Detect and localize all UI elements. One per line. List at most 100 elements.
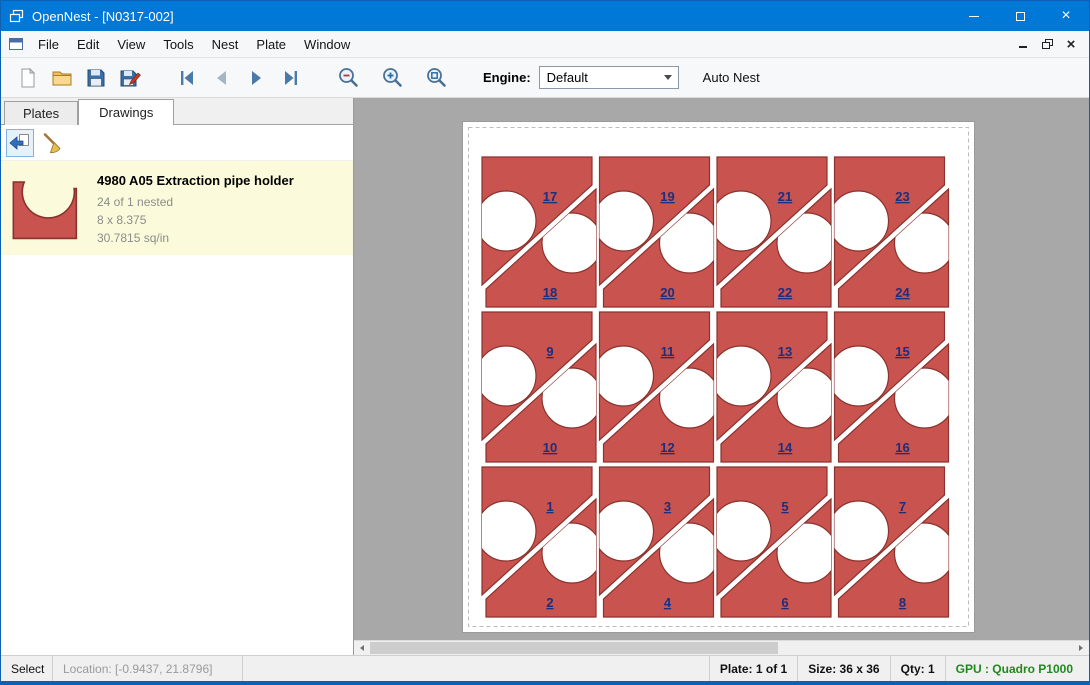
drawing-size: 8 x 8.375	[97, 211, 294, 229]
drawing-list-item[interactable]: 4980 A05 Extraction pipe holder 24 of 1 …	[1, 161, 353, 255]
last-plate-button[interactable]	[273, 62, 307, 94]
save-edit-button[interactable]	[113, 62, 147, 94]
status-mode: Select	[1, 656, 53, 681]
menu-edit[interactable]: Edit	[68, 33, 108, 56]
zoom-fit-button[interactable]	[419, 62, 453, 94]
scrollbar-thumb[interactable]	[370, 642, 778, 654]
mdi-restore-button[interactable]	[1037, 35, 1057, 53]
nested-part-pair[interactable]: 13 14	[711, 312, 837, 462]
nested-part-pair[interactable]: 78	[829, 467, 955, 617]
first-arrow-icon	[177, 67, 199, 89]
statusbar: Select Location: [-0.9437, 21.8796] Plat…	[1, 655, 1089, 681]
part-number: 11	[661, 344, 675, 359]
zoom-fit-icon	[425, 66, 448, 89]
engine-label: Engine:	[483, 70, 531, 85]
scroll-right-icon	[1077, 644, 1085, 652]
scroll-right-button[interactable]	[1073, 641, 1089, 655]
new-button[interactable]	[11, 62, 45, 94]
scrollbar-track[interactable]	[370, 641, 1073, 655]
last-arrow-icon	[279, 67, 301, 89]
scroll-left-button[interactable]	[354, 641, 370, 655]
nested-part-pair[interactable]: 12	[476, 467, 602, 617]
part-number: 13	[778, 344, 792, 359]
part-number: 16	[895, 440, 909, 455]
part-number: 14	[778, 440, 793, 455]
nested-part-pair[interactable]: 34	[594, 467, 720, 617]
nested-part-pair[interactable]: 1112	[594, 312, 720, 462]
window-title: OpenNest - [N0317-002]	[32, 9, 174, 24]
first-plate-button[interactable]	[171, 62, 205, 94]
send-to-nest-button[interactable]	[6, 129, 34, 157]
new-file-icon	[17, 67, 39, 89]
drawing-info: 4980 A05 Extraction pipe holder 24 of 1 …	[97, 169, 294, 247]
zoom-in-button[interactable]	[375, 62, 409, 94]
horizontal-scrollbar[interactable]	[354, 640, 1089, 655]
drawings-toolbar	[1, 125, 353, 161]
save-button[interactable]	[79, 62, 113, 94]
plate[interactable]: 171819202122232491011121314151612345678	[462, 121, 975, 633]
next-arrow-icon	[245, 67, 267, 89]
part-number: 21	[778, 189, 792, 204]
part-number: 4	[664, 595, 672, 610]
mdi-restore-icon	[1042, 39, 1053, 50]
auto-nest-button[interactable]: Auto Nest	[703, 70, 760, 85]
engine-select[interactable]: Default	[539, 66, 679, 89]
zoom-out-button[interactable]	[331, 62, 365, 94]
part-number: 10	[543, 440, 557, 455]
caption-buttons: ×	[951, 1, 1089, 31]
mdi-close-button[interactable]: ×	[1061, 35, 1081, 53]
menu-file[interactable]: File	[29, 33, 68, 56]
drawing-title: 4980 A05 Extraction pipe holder	[97, 173, 294, 188]
nest-canvas[interactable]: 171819202122232491011121314151612345678	[354, 98, 1089, 655]
chevron-down-icon	[664, 75, 672, 80]
blue-arrow-icon	[8, 131, 32, 155]
clear-broom-button[interactable]	[39, 129, 67, 157]
part-number: 1	[546, 499, 553, 514]
tab-plates[interactable]: Plates	[4, 101, 78, 125]
part-number: 18	[543, 285, 557, 300]
part-thumbnail	[9, 169, 85, 245]
minimize-button[interactable]	[951, 1, 997, 31]
next-plate-button[interactable]	[239, 62, 273, 94]
prev-arrow-icon	[211, 67, 233, 89]
zoom-in-icon	[381, 66, 404, 89]
nested-part-pair[interactable]: 1516	[829, 312, 955, 462]
menu-plate[interactable]: Plate	[247, 33, 295, 56]
prev-plate-button[interactable]	[205, 62, 239, 94]
mdi-minimize-icon	[1019, 46, 1027, 48]
menu-tools[interactable]: Tools	[154, 33, 202, 56]
nested-part-pair[interactable]: 2324	[829, 157, 955, 307]
status-gpu: GPU : Quadro P1000	[945, 656, 1089, 681]
part-number: 15	[895, 344, 909, 359]
nested-part-pair[interactable]: 9 10	[476, 312, 602, 462]
part-number: 20	[660, 285, 674, 300]
menu-view[interactable]: View	[108, 33, 154, 56]
part-number: 6	[781, 595, 788, 610]
toolbar: Engine: Default Auto Nest	[1, 58, 1089, 98]
drawing-area: 30.7815 sq/in	[97, 229, 294, 247]
minimize-icon	[969, 16, 979, 17]
maximize-button[interactable]	[997, 1, 1043, 31]
tab-drawings[interactable]: Drawings	[78, 99, 174, 125]
mdi-child-icon	[8, 36, 24, 52]
part-number: 5	[781, 499, 788, 514]
menu-nest[interactable]: Nest	[203, 33, 248, 56]
nested-part-pair[interactable]: 21 22	[711, 157, 837, 307]
status-plate-count: Plate: 1 of 1	[709, 656, 797, 681]
app-icon	[9, 8, 25, 24]
engine-selected-value: Default	[547, 70, 588, 85]
nested-part-pair[interactable]: 1920	[594, 157, 720, 307]
open-button[interactable]	[45, 62, 79, 94]
save-icon	[85, 67, 107, 89]
part-number: 2	[546, 595, 553, 610]
save-edit-icon	[119, 67, 141, 89]
part-number: 7	[899, 499, 906, 514]
menu-window[interactable]: Window	[295, 33, 359, 56]
nested-part-pair[interactable]: 56	[711, 467, 837, 617]
close-button[interactable]: ×	[1043, 1, 1089, 31]
part-number: 3	[664, 499, 671, 514]
nested-part-pair[interactable]: 1718	[476, 157, 602, 307]
mdi-minimize-button[interactable]	[1013, 35, 1033, 53]
part-number: 22	[778, 285, 792, 300]
part-number: 9	[546, 344, 553, 359]
